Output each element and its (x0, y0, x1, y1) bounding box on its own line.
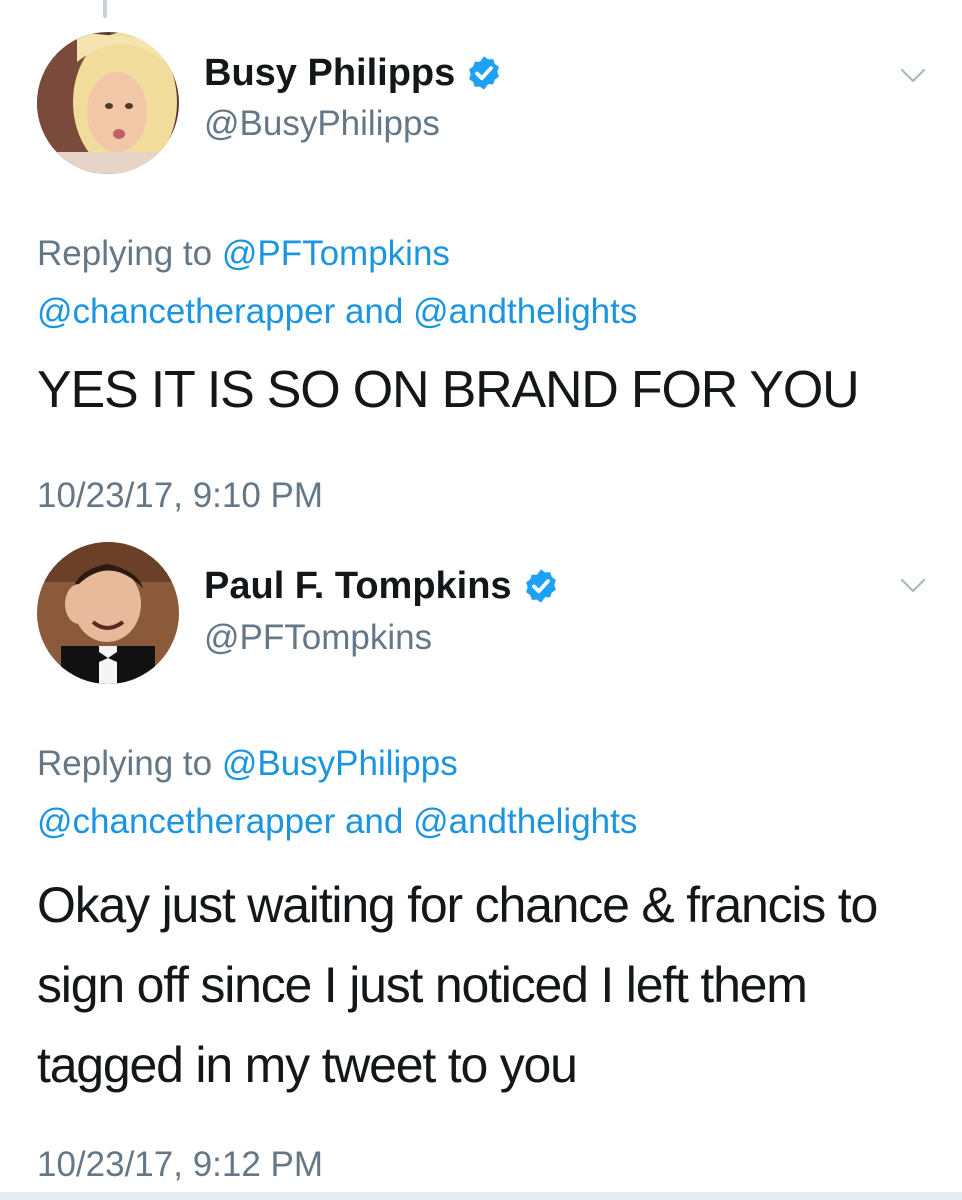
chevron-down-icon[interactable] (898, 570, 928, 600)
verified-badge-icon (522, 567, 560, 605)
tweet[interactable]: Busy Philipps @BusyPhilipps Replying to … (0, 0, 962, 530)
display-name[interactable]: Busy Philipps (204, 50, 455, 96)
avatar[interactable] (37, 32, 179, 174)
mention-link[interactable]: @chancetherapper (37, 802, 335, 841)
bottom-divider (0, 1192, 962, 1200)
mention-link[interactable]: @PFTompkins (222, 234, 450, 273)
mention-link[interactable]: @BusyPhilipps (222, 744, 458, 783)
user-handle[interactable]: @PFTompkins (204, 617, 432, 659)
avatar-photo-icon (37, 542, 179, 684)
chevron-down-icon[interactable] (898, 60, 928, 90)
and-connector: and (335, 802, 414, 841)
tweet-text: YES IT IS SO ON BRAND FOR YOU (37, 361, 860, 419)
replying-to-label: Replying to (37, 744, 222, 783)
replying-to-label: Replying to (37, 234, 222, 273)
display-name[interactable]: Paul F. Tompkins (204, 563, 512, 609)
user-handle[interactable]: @BusyPhilipps (204, 103, 440, 145)
verified-badge-icon (465, 54, 503, 92)
reply-context: Replying to @PFTompkins @chancetherapper… (37, 225, 927, 341)
mention-link[interactable]: @chancetherapper (37, 292, 335, 331)
mention-link[interactable]: @andthelights (413, 292, 637, 331)
tweet-text: Okay just waiting for chance & francis t… (37, 877, 878, 1093)
reply-context: Replying to @BusyPhilipps @chancetherapp… (37, 735, 927, 851)
mention-link[interactable]: @andthelights (413, 802, 637, 841)
timestamp[interactable]: 10/23/17, 9:12 PM (37, 1144, 323, 1186)
and-connector: and (335, 292, 414, 331)
timestamp[interactable]: 10/23/17, 9:10 PM (37, 475, 323, 517)
avatar[interactable] (37, 542, 179, 684)
avatar-photo-icon (37, 32, 179, 174)
tweet[interactable]: Paul F. Tompkins @PFTompkins Replying to… (0, 530, 962, 1200)
